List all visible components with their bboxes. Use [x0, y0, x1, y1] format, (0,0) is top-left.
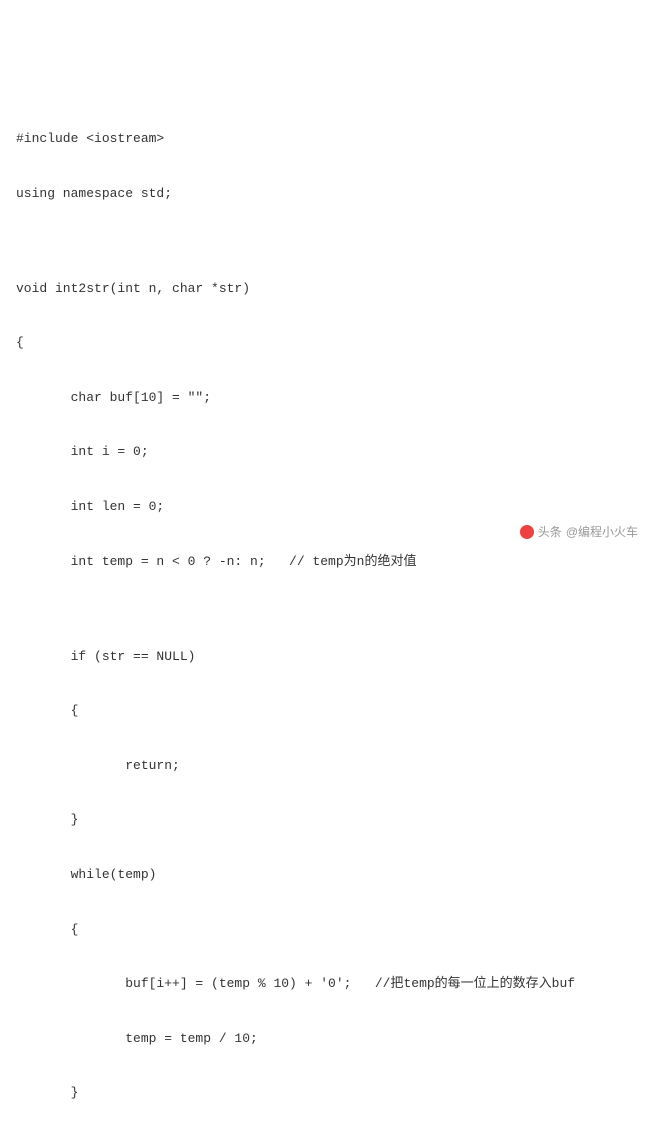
toutiao-icon	[520, 525, 534, 539]
watermark: 头条 @编程小火车	[520, 520, 638, 545]
code-line: temp = temp / 10;	[16, 1025, 636, 1052]
blank-line	[16, 602, 636, 615]
code-line: int i = 0;	[16, 438, 636, 465]
code-line: if (str == NULL)	[16, 643, 636, 670]
code-line: using namespace std;	[16, 180, 636, 207]
code-line: #include <iostream>	[16, 125, 636, 152]
code-line: void int2str(int n, char *str)	[16, 275, 636, 302]
watermark-prefix: 头条	[538, 520, 562, 545]
code-line: {	[16, 329, 636, 356]
code-line: int temp = n < 0 ? -n: n; // temp为n的绝对值	[16, 548, 636, 575]
code-line: buf[i++] = (temp % 10) + '0'; //把temp的每一…	[16, 970, 636, 997]
code-line: while(temp)	[16, 861, 636, 888]
blank-line	[16, 1134, 636, 1146]
code-line: }	[16, 1079, 636, 1106]
code-line: }	[16, 806, 636, 833]
code-line: return;	[16, 752, 636, 779]
watermark-handle: @编程小火车	[566, 520, 638, 545]
code-line: {	[16, 697, 636, 724]
code-line: {	[16, 916, 636, 943]
blank-line	[16, 234, 636, 247]
code-line: char buf[10] = "";	[16, 384, 636, 411]
code-line: int len = 0;	[16, 493, 636, 520]
